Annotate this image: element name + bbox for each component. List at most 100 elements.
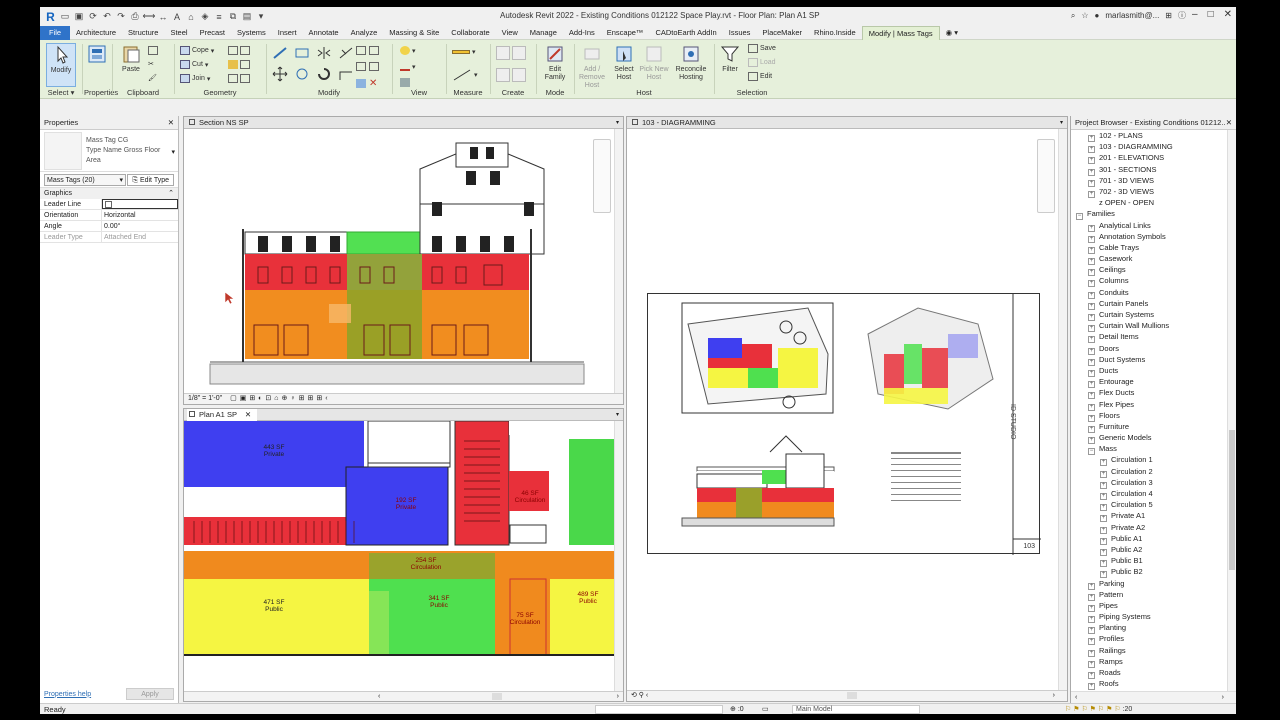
browser-item[interactable]: + Duct Systems xyxy=(1071,354,1226,366)
cope-button[interactable]: Cope ▾ xyxy=(180,46,214,55)
save-selection-button[interactable]: Save xyxy=(748,44,776,53)
browser-item[interactable]: + Pipes xyxy=(1071,600,1226,612)
navigation-bar[interactable] xyxy=(593,139,611,213)
edit-family-button[interactable]: Edit Family xyxy=(540,43,570,82)
sync-icon[interactable]: ⟳ xyxy=(87,11,99,22)
browser-item[interactable]: + Casework xyxy=(1071,253,1226,266)
browser-item[interactable]: + Roads xyxy=(1071,667,1226,679)
property-value[interactable] xyxy=(102,199,178,209)
browser-item[interactable]: + Public A1 xyxy=(1071,533,1226,545)
area-tag[interactable]: 341 SF Public xyxy=(419,595,459,609)
select-host-button[interactable]: Select Host xyxy=(610,43,638,82)
add-remove-host-button[interactable]: Add / Remove Host xyxy=(576,43,608,90)
pick-new-host-button[interactable]: Pick New Host xyxy=(638,43,670,82)
browser-item[interactable]: + Doors xyxy=(1071,343,1226,355)
maximize-icon[interactable]: □ xyxy=(1208,9,1214,20)
tab-steel[interactable]: Steel xyxy=(164,26,193,40)
browser-item[interactable]: + Curtain Systems xyxy=(1071,309,1226,321)
browser-item[interactable]: + Public B1 xyxy=(1071,555,1226,568)
browser-item[interactable]: + Furniture xyxy=(1071,421,1226,433)
dimension-button[interactable]: ▾ xyxy=(452,68,478,82)
browser-item[interactable]: + Public B2 xyxy=(1071,566,1226,579)
split-gap-icon[interactable] xyxy=(369,46,379,55)
section-vertical-scrollbar[interactable] xyxy=(614,129,623,393)
tab-systems[interactable]: Systems xyxy=(231,26,272,40)
cut-button[interactable]: Cut ▾ xyxy=(180,60,208,69)
close-icon[interactable]: ✕ xyxy=(168,118,174,127)
properties-help-link[interactable]: Properties help xyxy=(44,691,91,698)
browser-item[interactable]: + Analytical Links xyxy=(1071,220,1226,232)
trim-icon[interactable] xyxy=(338,66,354,82)
tab-file[interactable]: File xyxy=(40,25,70,40)
property-value[interactable]: Attached End xyxy=(102,232,178,242)
customize-qat-icon[interactable]: ▾ xyxy=(255,11,267,22)
sheet-view-control-icons[interactable]: ⟲ ⚲ ‹ xyxy=(631,692,648,699)
tab-analyze[interactable]: Analyze xyxy=(345,26,384,40)
override-graphics-button[interactable]: ▾ xyxy=(400,46,416,55)
chevron-down-icon[interactable]: ▾ xyxy=(171,148,175,156)
area-tag[interactable]: 75 SF Circulation xyxy=(505,612,545,626)
navigation-bar[interactable] xyxy=(1037,139,1055,213)
paste-button[interactable]: Paste xyxy=(120,43,142,74)
browser-item[interactable]: +702 - 3D VIEWS xyxy=(1071,186,1226,198)
plan-horizontal-scrollbar[interactable] xyxy=(492,693,502,700)
properties-group-graphics[interactable]: Graphics ⌃ xyxy=(40,188,178,199)
browser-item[interactable]: + Ducts xyxy=(1071,365,1226,377)
type-properties-button[interactable] xyxy=(86,43,108,66)
area-tag[interactable]: 46 SF Circulation xyxy=(510,490,550,504)
browser-item[interactable]: + Annotation Symbols xyxy=(1071,231,1226,243)
property-value[interactable]: 0.00° xyxy=(102,221,178,231)
create-similar-icon[interactable] xyxy=(512,68,526,82)
browser-item[interactable]: + Flex Pipes xyxy=(1071,399,1226,411)
leader-line-checkbox[interactable] xyxy=(105,201,112,208)
offset-icon[interactable] xyxy=(294,46,310,60)
section-view[interactable]: Section NS SP ▾ 1/8" = 1'-0" ▢▣⊞◐⊡⌂⊕♀⊞⊞⊞… xyxy=(183,116,624,405)
undo-icon[interactable]: ↶ xyxy=(101,11,113,22)
split-icon[interactable] xyxy=(356,46,366,55)
user-icon[interactable]: ● xyxy=(1095,11,1100,20)
browser-item[interactable]: + Curtain Wall Mullions xyxy=(1071,320,1226,333)
measure-icon[interactable]: ⟷ xyxy=(143,11,156,22)
tab-modify-mass-tags[interactable]: Modify | Mass Tags xyxy=(861,25,940,40)
browser-item[interactable]: + Detail Items xyxy=(1071,331,1226,344)
view-control-icons[interactable]: ▢▣⊞◐⊡⌂⊕♀⊞⊞⊞‹ xyxy=(230,395,330,402)
expand-icon[interactable]: + xyxy=(1088,683,1095,691)
section-icon[interactable]: ◈ xyxy=(199,11,211,22)
browser-item[interactable]: + Ramps xyxy=(1071,656,1226,668)
scroll-right-icon[interactable]: › xyxy=(1053,691,1055,701)
sheet-horizontal-scrollbar[interactable] xyxy=(847,692,857,699)
geometry-more-button[interactable] xyxy=(228,74,250,83)
text-icon[interactable]: A xyxy=(171,11,183,22)
tab-cadtoearth-addin[interactable]: CADtoEarth AddIn xyxy=(649,26,722,40)
hide-button[interactable] xyxy=(400,78,410,87)
browser-vertical-scrollbar[interactable] xyxy=(1227,130,1236,691)
3d-view-icon[interactable]: ⌂ xyxy=(185,11,197,22)
help-icon[interactable]: ⓘ xyxy=(1178,10,1186,21)
tab-view[interactable]: View xyxy=(496,26,524,40)
browser-item[interactable]: + Columns xyxy=(1071,275,1226,288)
open-icon[interactable]: ▭ xyxy=(59,11,71,22)
array-icon[interactable] xyxy=(356,62,366,71)
print-icon[interactable]: ⎙ xyxy=(129,11,141,22)
view-menu-icon[interactable]: ▾ xyxy=(616,409,619,421)
tab-issues[interactable]: Issues xyxy=(723,26,757,40)
browser-item[interactable]: + Parking xyxy=(1071,578,1226,590)
browser-item[interactable]: z OPEN - OPEN xyxy=(1071,197,1226,208)
tab-rhino-inside[interactable]: Rhino.Inside xyxy=(808,26,862,40)
property-row[interactable]: Orientation Horizontal xyxy=(40,210,178,221)
minimize-icon[interactable]: – xyxy=(1192,9,1198,20)
copy-button[interactable] xyxy=(148,46,158,55)
area-tag[interactable]: 443 SF Private xyxy=(254,444,294,458)
star-icon[interactable]: ☆ xyxy=(1081,11,1088,20)
browser-item[interactable]: + Private A1 xyxy=(1071,510,1226,523)
property-value[interactable]: Horizontal xyxy=(102,210,178,220)
browser-item[interactable]: + Circulation 1 xyxy=(1071,454,1226,467)
close-icon[interactable]: ✕ xyxy=(1226,118,1232,127)
tab-architecture[interactable]: Architecture xyxy=(70,26,122,40)
sheet-vertical-scrollbar[interactable] xyxy=(1058,129,1067,691)
browser-item[interactable]: + Circulation 3 xyxy=(1071,477,1226,489)
browser-item[interactable]: + Conduits xyxy=(1071,287,1226,299)
browser-item[interactable]: + Roofs xyxy=(1071,678,1226,691)
mirror-draw-icon[interactable] xyxy=(338,46,354,60)
tab-precast[interactable]: Precast xyxy=(194,26,231,40)
